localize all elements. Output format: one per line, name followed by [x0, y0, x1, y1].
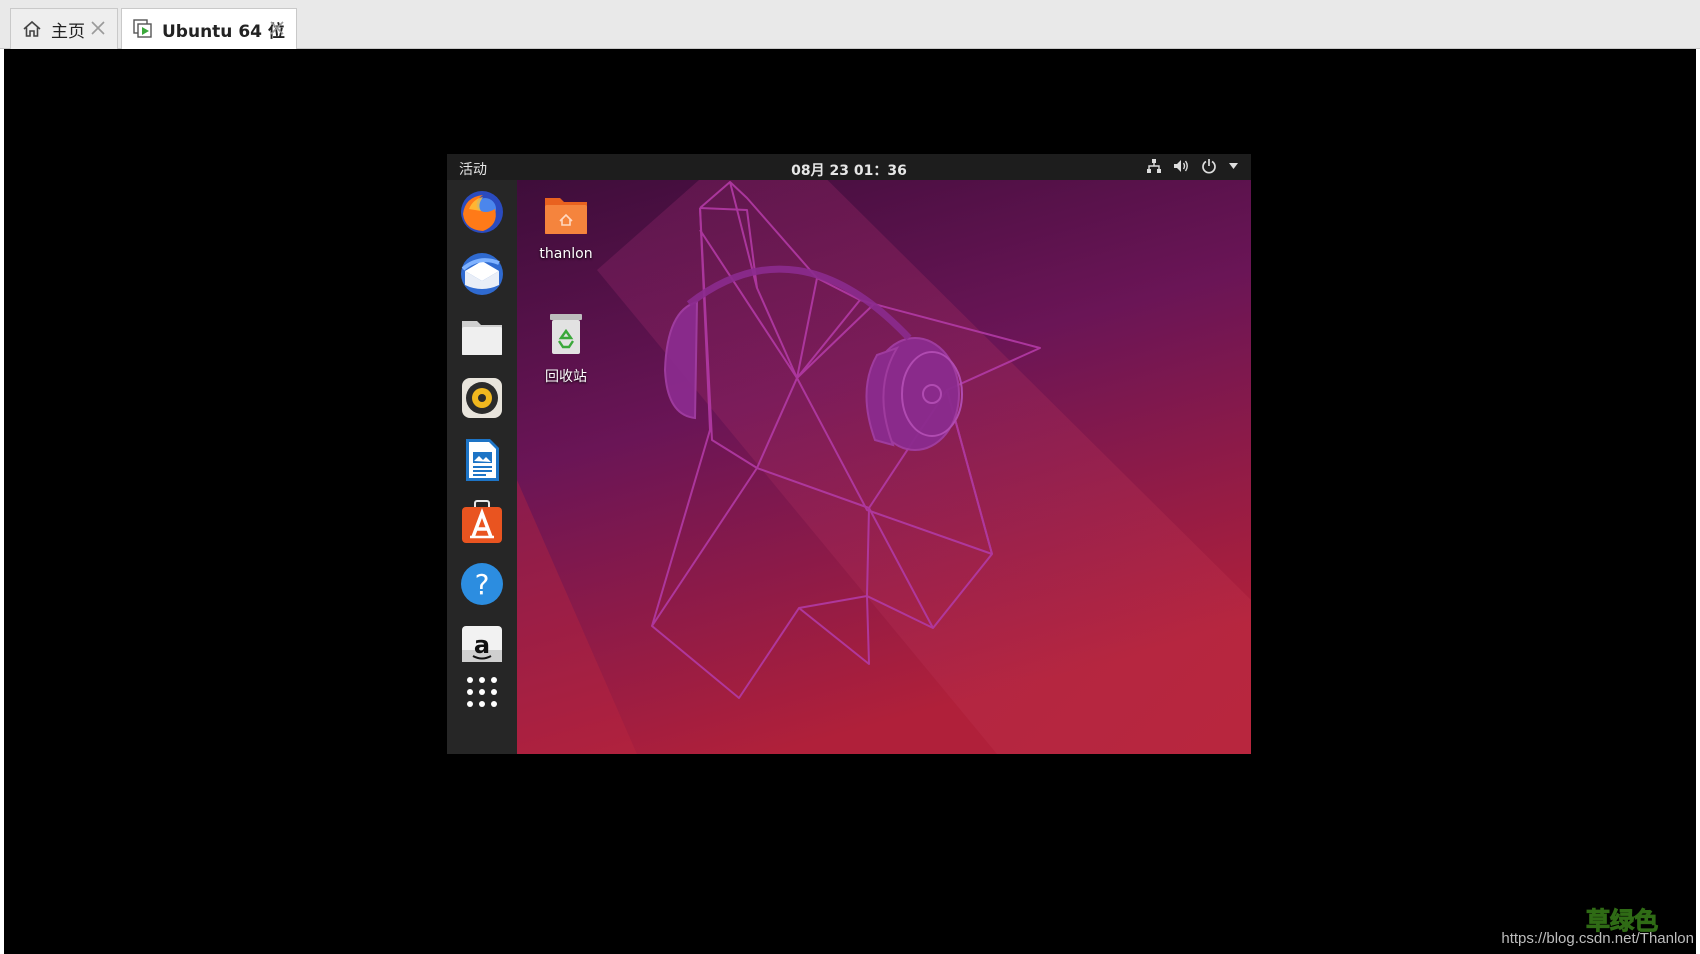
tab-ubuntu[interactable]: Ubuntu 64 位 — [121, 8, 297, 49]
tab-strip: 主页 Ubuntu 64 位 — [0, 0, 1700, 49]
tab-home-label: 主页 — [51, 21, 85, 42]
home-folder-icon — [545, 198, 587, 234]
desktop-icon-label: thanlon — [539, 246, 593, 262]
volume-icon[interactable] — [1173, 158, 1190, 174]
clock[interactable]: 08月 23 01：36 — [447, 160, 1251, 180]
network-icon[interactable] — [1146, 158, 1162, 174]
vm-icon — [132, 18, 154, 40]
desktop-home-folder[interactable]: thanlon — [526, 194, 606, 262]
home-icon — [21, 18, 43, 40]
rhythmbox-icon[interactable] — [458, 374, 506, 422]
amazon-icon[interactable]: a — [458, 620, 506, 668]
desktop-icon-label: 回收站 — [545, 369, 587, 385]
firefox-icon[interactable] — [458, 188, 506, 236]
help-icon[interactable]: ? — [458, 560, 506, 608]
close-icon[interactable] — [267, 18, 287, 38]
libreoffice-writer-icon[interactable] — [458, 436, 506, 484]
system-tray[interactable] — [1146, 158, 1239, 174]
trash-icon — [550, 314, 582, 354]
close-icon[interactable] — [88, 18, 108, 38]
wallpaper — [517, 180, 1251, 754]
gnome-top-bar: 活动 08月 23 01：36 — [447, 154, 1251, 180]
chevron-down-icon[interactable] — [1228, 162, 1239, 170]
power-icon[interactable] — [1201, 158, 1217, 174]
desktop-trash[interactable]: 回收站 — [526, 312, 606, 386]
tab-home[interactable]: 主页 — [10, 8, 118, 49]
ubuntu-dock: ? a — [447, 180, 517, 754]
files-icon[interactable] — [458, 312, 506, 360]
svg-text:a: a — [474, 631, 490, 659]
ubuntu-guest-screen[interactable]: 活动 08月 23 01：36 ? a thanlon 回收站 — [447, 154, 1251, 754]
software-center-icon[interactable] — [458, 498, 506, 546]
show-applications-icon[interactable] — [458, 668, 506, 716]
svg-text:?: ? — [475, 568, 490, 601]
thunderbird-icon[interactable] — [458, 250, 506, 298]
watermark-url: https://blog.csdn.net/Thanlon — [1501, 930, 1694, 947]
